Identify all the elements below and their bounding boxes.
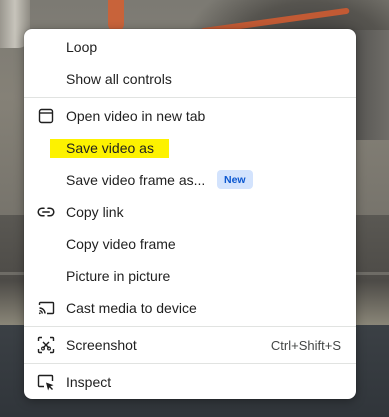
menu-item-label: Cast media to device xyxy=(66,300,197,316)
menu-separator xyxy=(24,326,356,327)
menu-item-label: Open video in new tab xyxy=(66,108,206,124)
menu-item-inspect[interactable]: Inspect xyxy=(24,366,356,398)
screenshot-icon xyxy=(36,335,56,355)
menu-item-label: Screenshot xyxy=(66,337,137,353)
menu-item-copy-link[interactable]: Copy link xyxy=(24,196,356,228)
menu-item-picture-in-picture[interactable]: Picture in picture xyxy=(24,260,356,292)
menu-item-label: Copy link xyxy=(66,204,124,220)
inspect-icon xyxy=(36,372,56,392)
menu-item-save-video-frame-as[interactable]: Save video frame as... New xyxy=(24,164,356,196)
menu-item-screenshot[interactable]: Screenshot Ctrl+Shift+S xyxy=(24,329,356,361)
new-tab-icon xyxy=(36,106,56,126)
menu-item-loop[interactable]: Loop xyxy=(24,31,356,63)
menu-separator xyxy=(24,363,356,364)
menu-item-cast-media[interactable]: Cast media to device xyxy=(24,292,356,324)
video-frame-orange-tube xyxy=(108,0,124,32)
menu-item-label: Save video frame as... xyxy=(66,172,206,188)
menu-item-label: Loop xyxy=(66,39,98,55)
keyboard-shortcut: Ctrl+Shift+S xyxy=(270,337,341,353)
menu-item-label: Show all controls xyxy=(66,71,172,87)
link-icon xyxy=(36,202,56,222)
menu-item-label: Save video as xyxy=(66,140,154,156)
menu-item-open-video-new-tab[interactable]: Open video in new tab xyxy=(24,100,356,132)
menu-item-save-video-as[interactable]: Save video as xyxy=(24,132,356,164)
cast-icon xyxy=(36,298,56,318)
menu-item-label: Copy video frame xyxy=(66,236,176,252)
menu-item-label: Inspect xyxy=(66,374,112,390)
new-badge: New xyxy=(217,170,253,189)
menu-item-show-all-controls[interactable]: Show all controls xyxy=(24,63,356,95)
menu-item-label: Picture in picture xyxy=(66,268,171,284)
menu-item-copy-video-frame[interactable]: Copy video frame xyxy=(24,228,356,260)
menu-separator xyxy=(24,97,356,98)
context-menu: Loop Show all controls Open video in new… xyxy=(24,29,356,399)
